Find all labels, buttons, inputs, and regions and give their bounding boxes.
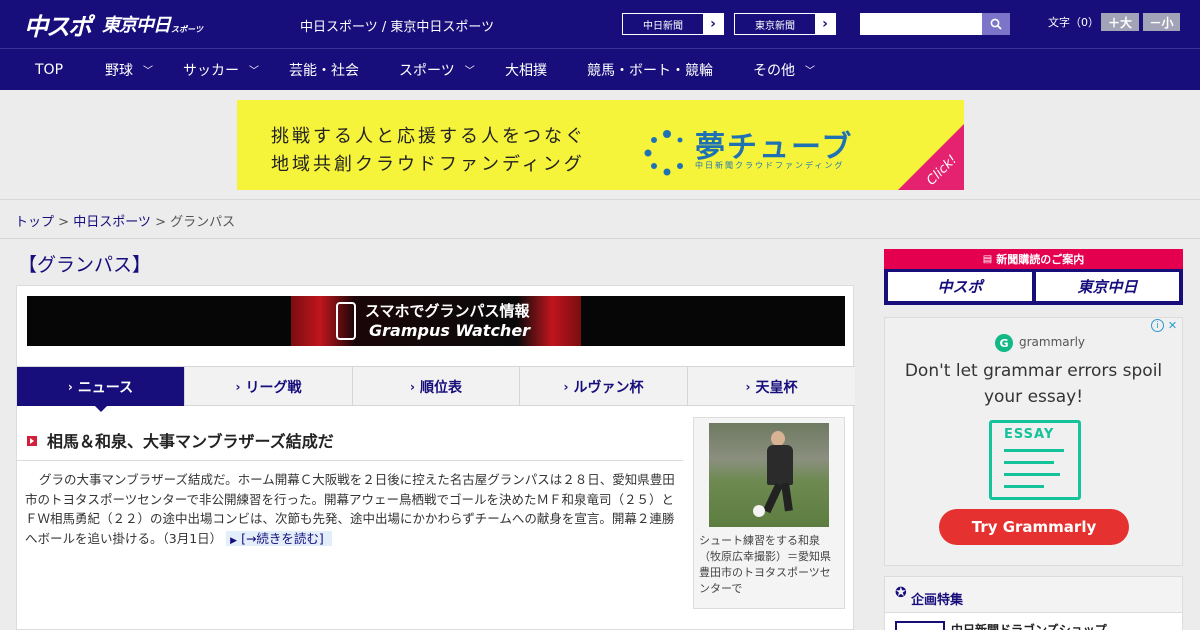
- breadcrumb-sep: >: [150, 215, 171, 230]
- search-icon: [990, 18, 1002, 30]
- section-title: 【グランパス】: [18, 254, 152, 276]
- soccer-ball-icon: [753, 505, 765, 517]
- nav-racing[interactable]: 競馬・ボート・競輪: [587, 49, 713, 90]
- crowdfunding-banner[interactable]: 挑戦する人と応援する人をつなぐ 地域共創クラウドファンディング 夢チューブ 中日…: [237, 100, 964, 190]
- chevron-right-icon: ›: [410, 379, 415, 394]
- article-bullet-icon: [27, 436, 37, 446]
- read-more-link[interactable]: ▶ [→続きを読む]: [226, 530, 332, 546]
- promo-line2: Grampus Watcher: [369, 321, 531, 340]
- chevron-down-icon: ﹀: [805, 66, 815, 77]
- feature-item-dragons-shop[interactable]: 中日新聞ドラゴンズショップ: [951, 621, 1107, 630]
- nav-sports[interactable]: スポーツ ﹀: [399, 49, 475, 90]
- play-arrow-icon: ▶: [230, 535, 238, 546]
- font-size-label: 文字（0）: [1048, 16, 1099, 29]
- banner-area: 挑戦する人と応援する人をつなぐ 地域共創クラウドファンディング 夢チューブ 中日…: [0, 90, 1200, 200]
- tab-emperors-cup[interactable]: › 天皇杯: [688, 367, 855, 406]
- feature-box: ✪ 企画特集 中日新聞ドラゴンズショップ: [884, 576, 1183, 630]
- tab-standings[interactable]: › 順位表: [353, 367, 520, 406]
- breadcrumb-sep: >: [54, 215, 74, 230]
- search-button[interactable]: [982, 13, 1010, 35]
- chevron-right-icon: ›: [815, 14, 835, 34]
- subscription-title: ▤ 新聞購読のご案内: [884, 249, 1183, 269]
- try-grammarly-button[interactable]: Try Grammarly: [939, 509, 1129, 545]
- font-smaller-button[interactable]: －小: [1143, 13, 1180, 31]
- essay-document-icon: ESSAY: [989, 420, 1081, 500]
- chevron-right-icon: ›: [563, 379, 569, 394]
- chevron-down-icon: ﹀: [464, 66, 475, 77]
- chevron-down-icon: ﹀: [249, 66, 259, 77]
- logo-sports: スポーツ: [171, 24, 203, 34]
- chevron-right-icon: ›: [67, 379, 73, 394]
- chevron-down-icon: ﹀: [143, 66, 153, 77]
- grampus-watcher-banner[interactable]: スマホでグランパス情報 Grampus Watcher: [27, 296, 845, 346]
- promo-line1: スマホでグランパス情報: [365, 302, 530, 320]
- divider: [17, 460, 683, 461]
- photo-caption: シュート練習をする和泉（牧原広幸撮影）＝愛知県豊田市のトヨタスポーツセンターで: [699, 534, 831, 595]
- article-title[interactable]: 相馬＆和泉、大事マンブラザーズ結成だ: [47, 428, 334, 452]
- main-panel: スマホでグランパス情報 Grampus Watcher › ニュース › リーグ戦 …: [16, 285, 855, 630]
- feature-header: ✪ 企画特集: [885, 577, 1182, 613]
- tab-levain-cup[interactable]: › ルヴァン杯: [520, 367, 688, 406]
- tokyo-shimbun-link[interactable]: 東京新聞 ›: [734, 13, 836, 35]
- article-body: グラの大事マンブラザーズ結成だ。ホーム開幕Ｃ大阪戦を２日後に控えた名古屋グランパ…: [25, 470, 675, 551]
- subscription-box: ▤ 新聞購読のご案内 中スポ 東京中日: [884, 249, 1183, 305]
- breadcrumb-top[interactable]: トップ: [15, 215, 54, 230]
- grammarly-logo-icon: G: [995, 334, 1013, 352]
- tab-league[interactable]: › リーグ戦: [185, 367, 353, 406]
- breadcrumb-chunichi-sports[interactable]: 中日スポーツ: [73, 215, 151, 230]
- nav-other[interactable]: その他 ﹀: [753, 49, 815, 90]
- logo-tokyo-chunichi: 東京中日: [102, 15, 171, 36]
- subscribe-chuspo-button[interactable]: 中スポ: [888, 272, 1032, 301]
- feature-thumbnail[interactable]: [895, 621, 945, 630]
- logo-chuspo: 中スポ: [24, 12, 92, 41]
- article-text: グラの大事マンブラザーズ結成だ。ホーム開幕Ｃ大阪戦を２日後に控えた名古屋グランパ…: [25, 472, 675, 546]
- banner-brand-sub: 中日新聞クラウドファンディング: [695, 161, 845, 170]
- chevron-right-icon: ›: [703, 14, 723, 34]
- font-larger-button[interactable]: ＋大: [1101, 13, 1139, 31]
- dots-logo-icon: [644, 130, 683, 176]
- ribbon-icon: ✪: [895, 585, 907, 601]
- grammarly-ad[interactable]: i ✕ G grammarly Don't let grammar errors…: [884, 317, 1183, 566]
- banner-line2: 地域共創クラウドファンディング: [271, 154, 585, 175]
- article-date: （3月1日）: [162, 530, 223, 546]
- chevron-right-icon: ›: [745, 379, 751, 394]
- site-title: 中日スポーツ / 東京中日スポーツ: [300, 20, 495, 35]
- nav-sumo[interactable]: 大相撲: [505, 49, 547, 90]
- active-tab-pointer: [94, 405, 108, 412]
- breadcrumb-current: グランパス: [170, 215, 236, 230]
- article-photo-box: シュート練習をする和泉（牧原広幸撮影）＝愛知県豊田市のトヨタスポーツセンターで: [693, 417, 845, 609]
- search-input[interactable]: [860, 13, 982, 35]
- ad-brand: grammarly: [1019, 335, 1086, 349]
- chevron-right-icon: ›: [235, 379, 241, 394]
- breadcrumb: トップ > 中日スポーツ > グランパス: [15, 211, 235, 230]
- subscribe-tokyo-chunichi-button[interactable]: 東京中日: [1036, 272, 1179, 301]
- nav-soccer[interactable]: サッカー ﹀: [183, 49, 259, 90]
- ad-headline: Don't let grammar errors spoil your essa…: [904, 361, 1163, 407]
- article-photo[interactable]: [709, 423, 829, 527]
- site-logo[interactable]: 中スポ 東京中日 スポーツ: [24, 8, 203, 41]
- top-header: 中スポ 東京中日 スポーツ 中日スポーツ / 東京中日スポーツ 中日新聞 › 東…: [0, 0, 1200, 48]
- nav-baseball[interactable]: 野球 ﹀: [105, 49, 153, 90]
- newspaper-icon: ▤: [982, 253, 993, 265]
- nav-entertainment[interactable]: 芸能・社会: [289, 49, 359, 90]
- smartphone-icon: [336, 302, 356, 340]
- banner-line1: 挑戦する人と応援する人をつなぐ: [271, 126, 586, 147]
- ad-info-icon[interactable]: i: [1151, 319, 1164, 332]
- main-nav: TOP 野球 ﹀ サッカー ﹀ 芸能・社会 スポーツ ﹀ 大相撲 競馬・ボート・競輪 …: [0, 48, 1200, 90]
- feature-title: 企画特集: [911, 593, 964, 608]
- close-icon[interactable]: ✕: [1166, 319, 1179, 332]
- chunichi-shimbun-link[interactable]: 中日新聞 ›: [622, 13, 724, 35]
- category-tabs: › ニュース › リーグ戦 › 順位表 › ルヴァン杯 › 天皇杯: [17, 366, 855, 406]
- tab-news[interactable]: › ニュース: [17, 367, 185, 406]
- nav-top[interactable]: TOP: [35, 49, 63, 90]
- divider: [0, 238, 1200, 239]
